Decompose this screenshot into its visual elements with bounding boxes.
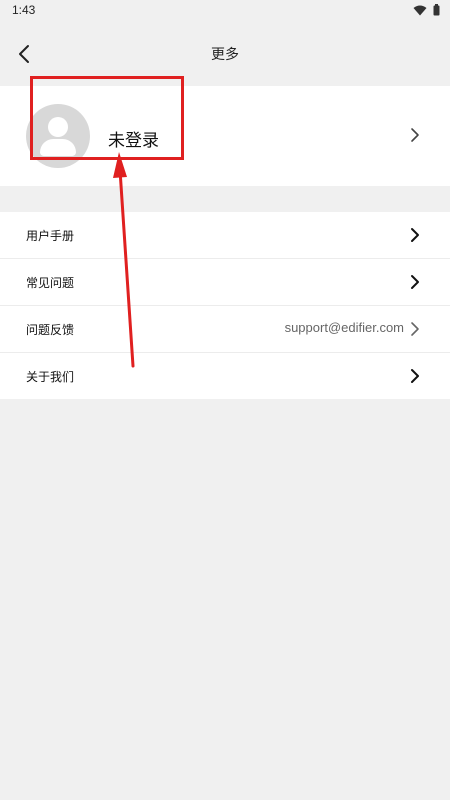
menu-item-label: 常见问题 [26, 276, 75, 290]
page-title: 更多 [211, 47, 239, 63]
battery-icon [433, 4, 440, 16]
login-status-label: 未登录 [108, 131, 159, 151]
avatar-head [48, 117, 68, 137]
user-avatar-icon [26, 104, 90, 168]
top-bar: 更多 [0, 22, 450, 86]
profile-login-card[interactable]: 未登录 [0, 86, 450, 186]
menu-item-faq[interactable]: 常见问题 [0, 259, 450, 306]
menu-item-label: 关于我们 [26, 370, 75, 384]
chevron-right-icon [411, 322, 419, 336]
chevron-right-icon [411, 128, 419, 142]
menu-item-label: 问题反馈 [26, 323, 75, 337]
status-icons [413, 4, 440, 16]
menu-item-about-us[interactable]: 关于我们 [0, 353, 450, 399]
chevron-right-icon [411, 369, 419, 383]
chevron-right-icon [411, 228, 419, 242]
wifi-icon [413, 5, 427, 15]
menu-item-user-manual[interactable]: 用户手册 [0, 212, 450, 259]
avatar-body [40, 139, 76, 156]
status-time: 1:43 [12, 3, 36, 17]
settings-menu-list: 用户手册 常见问题 问题反馈 support@edifier.com 关于我们 [0, 212, 450, 399]
status-bar: 1:43 [0, 0, 450, 22]
menu-item-feedback[interactable]: 问题反馈 support@edifier.com [0, 306, 450, 353]
menu-item-label: 用户手册 [26, 229, 75, 243]
chevron-right-icon [411, 275, 419, 289]
feedback-email: support@edifier.com [284, 320, 404, 335]
